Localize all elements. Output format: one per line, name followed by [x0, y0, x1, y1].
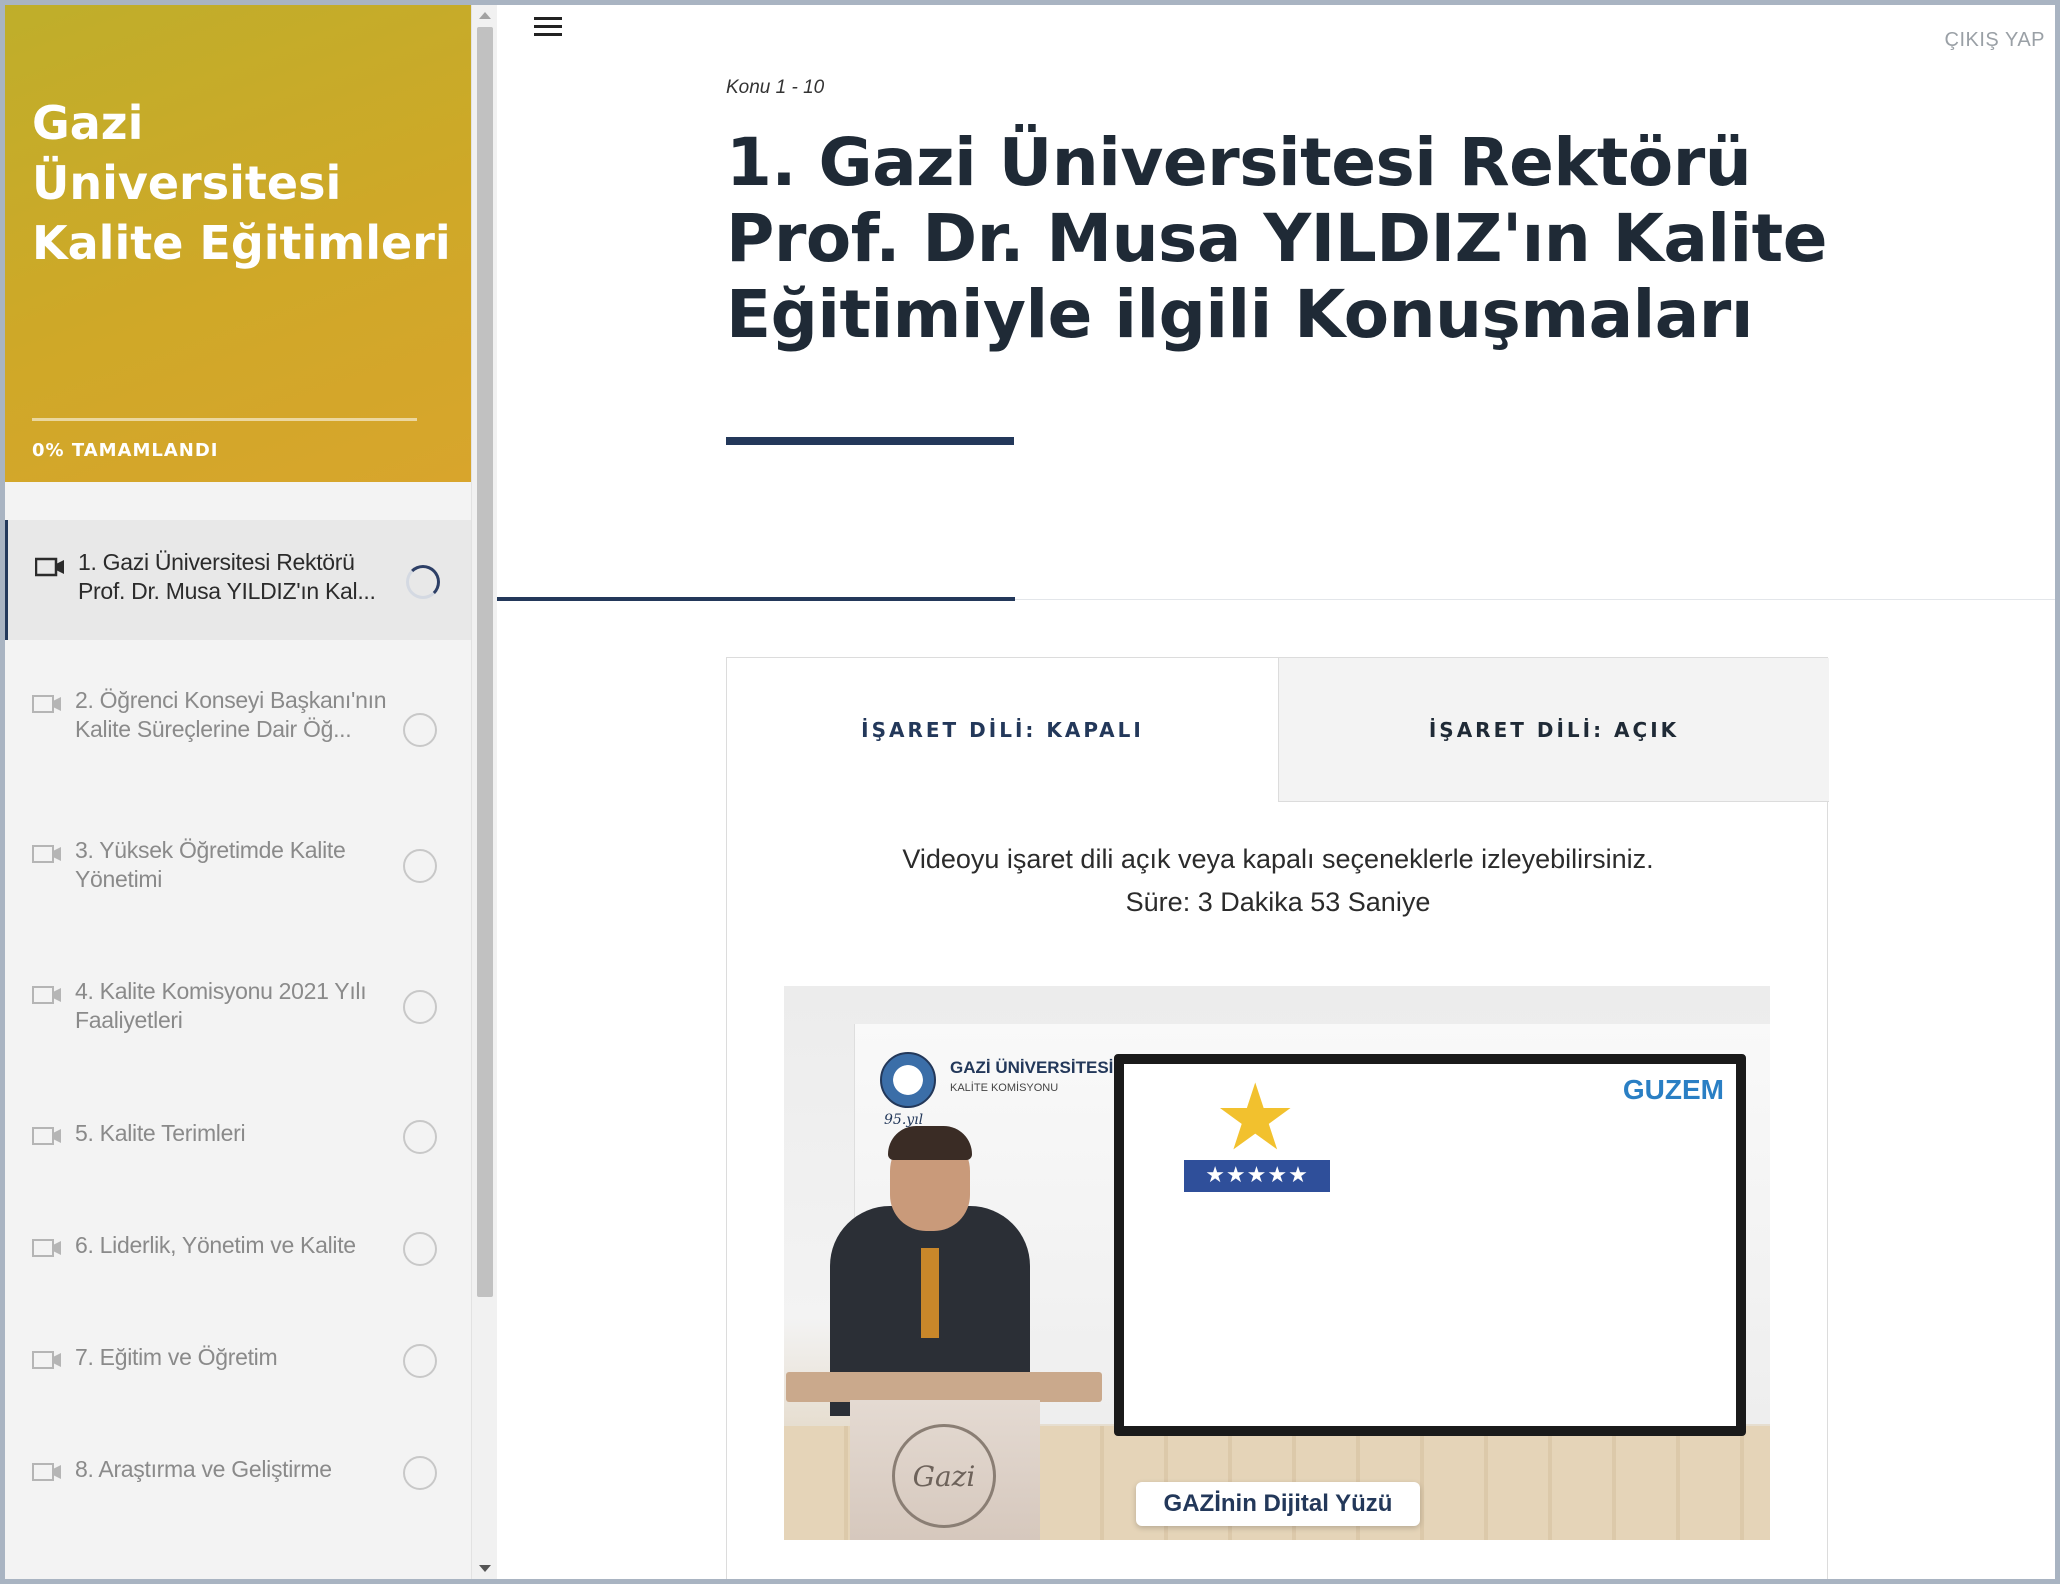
- course-header: Gazi Üniversitesi Kalite Eğitimleri 0% T…: [5, 5, 471, 482]
- lesson-label: 1. Gazi Üniversitesi Rektörü Prof. Dr. M…: [78, 549, 376, 604]
- university-seal-icon: [880, 1052, 936, 1108]
- tab-sign-language-off[interactable]: İŞARET DİLİ: KAPALI: [727, 658, 1278, 802]
- lesson-label: 8. Araştırma ve Geliştirme: [75, 1456, 332, 1482]
- not-started-icon: [403, 849, 437, 883]
- video-camera-icon: [35, 557, 64, 577]
- video-description: Videoyu işaret dili açık veya kapalı seç…: [727, 838, 1829, 924]
- video-camera-icon: [32, 986, 61, 1004]
- star-icon: ★: [1214, 1064, 1297, 1171]
- sign-language-tabs: İŞARET DİLİ: KAPALI İŞARET DİLİ: AÇIK Vi…: [726, 657, 1829, 1579]
- tab-sign-language-on[interactable]: İŞARET DİLİ: AÇIK: [1278, 658, 1829, 802]
- lesson-item-7[interactable]: 7. Eğitim ve Öğretim: [5, 1314, 471, 1426]
- exit-button[interactable]: ÇIKIŞ YAP: [1945, 29, 2045, 52]
- brand-logo: GUZEM: [1622, 1074, 1724, 1105]
- not-started-icon: [403, 990, 437, 1024]
- video-camera-icon: [32, 1463, 61, 1481]
- lesson-item-4[interactable]: 4. Kalite Komisyonu 2021 Yılı Faaliyetle…: [5, 950, 471, 1090]
- not-started-icon: [403, 1344, 437, 1378]
- lesson-label: 3. Yüksek Öğretimde Kalite Yönetimi: [75, 837, 346, 892]
- video-player[interactable]: 95.yıl GAZİ ÜNİVERSİTESİ KALİTE KOMİSYON…: [784, 986, 1770, 1540]
- app-window: Gazi Üniversitesi Kalite Eğitimleri 0% T…: [5, 5, 2055, 1579]
- lesson-label: 2. Öğrenci Konseyi Başkanı'nın Kalite Sü…: [75, 687, 387, 742]
- lesson-item-2[interactable]: 2. Öğrenci Konseyi Başkanı'nın Kalite Sü…: [5, 640, 471, 810]
- lesson-item-5[interactable]: 5. Kalite Terimleri: [5, 1090, 471, 1202]
- scroll-thumb[interactable]: [477, 27, 493, 1297]
- not-started-icon: [403, 1456, 437, 1490]
- lesson-title: 1. Gazi Üniversitesi Rektörü Prof. Dr. M…: [726, 124, 1828, 353]
- video-caption: GAZİnin Dijital Yüzü: [1136, 1482, 1420, 1526]
- not-started-icon: [403, 1232, 437, 1266]
- presentation-screen: GUZEM ★ ★★★★★: [1114, 1054, 1746, 1436]
- progress-label: 0% TAMAMLANDI: [32, 440, 219, 461]
- lesson-progress-bar: [497, 597, 1015, 601]
- lesson-item-1[interactable]: 1. Gazi Üniversitesi Rektörü Prof. Dr. M…: [5, 520, 471, 640]
- video-camera-icon: [32, 1127, 61, 1145]
- speaker-tie: [921, 1248, 939, 1338]
- scroll-up-arrow-icon[interactable]: [479, 12, 491, 19]
- lesson-item-8[interactable]: 8. Araştırma ve Geliştirme: [5, 1426, 471, 1538]
- speaker-hair: [888, 1126, 972, 1160]
- not-started-icon: [403, 1120, 437, 1154]
- org-name: GAZİ ÜNİVERSİTESİ: [950, 1058, 1114, 1077]
- podium-top: [786, 1372, 1102, 1402]
- video-camera-icon: [32, 1239, 61, 1257]
- course-sidebar: Gazi Üniversitesi Kalite Eğitimleri 0% T…: [5, 5, 471, 1579]
- video-camera-icon: [32, 845, 61, 863]
- lesson-label: 5. Kalite Terimleri: [75, 1120, 246, 1146]
- lesson-label: 6. Liderlik, Yönetim ve Kalite: [75, 1232, 356, 1258]
- org-unit: KALİTE KOMİSYONU: [950, 1082, 1059, 1094]
- progress-bar: [32, 418, 417, 421]
- title-underline: [726, 437, 1014, 445]
- org-label: GAZİ ÜNİVERSİTESİ KALİTE KOMİSYONU: [950, 1058, 1113, 1098]
- hamburger-menu-icon[interactable]: [534, 17, 562, 37]
- lesson-label: 4. Kalite Komisyonu 2021 Yılı Faaliyetle…: [75, 978, 367, 1033]
- video-camera-icon: [32, 695, 61, 713]
- lesson-content: ÇIKIŞ YAP Konu 1 - 10 1. Gazi Üniversite…: [497, 5, 2055, 1579]
- lesson-item-6[interactable]: 6. Liderlik, Yönetim ve Kalite: [5, 1202, 471, 1314]
- video-camera-icon: [32, 1351, 61, 1369]
- course-title: Gazi Üniversitesi Kalite Eğitimleri: [32, 96, 451, 270]
- lesson-list: 1. Gazi Üniversitesi Rektörü Prof. Dr. M…: [5, 520, 471, 1538]
- rating-stars-icon: ★★★★★: [1184, 1160, 1330, 1192]
- duration-text: Süre: 3 Dakika 53 Saniye: [1125, 887, 1431, 917]
- lesson-label: 7. Eğitim ve Öğretim: [75, 1344, 278, 1370]
- sidebar-scrollbar[interactable]: [471, 5, 497, 1579]
- lesson-counter: Konu 1 - 10: [726, 77, 825, 98]
- scroll-down-arrow-icon[interactable]: [479, 1565, 491, 1572]
- lesson-item-3[interactable]: 3. Yüksek Öğretimde Kalite Yönetimi: [5, 810, 471, 950]
- in-progress-icon: [406, 565, 440, 599]
- podium-seal: Gazi: [892, 1424, 996, 1528]
- description-text: Videoyu işaret dili açık veya kapalı seç…: [902, 844, 1654, 874]
- not-started-icon: [403, 713, 437, 747]
